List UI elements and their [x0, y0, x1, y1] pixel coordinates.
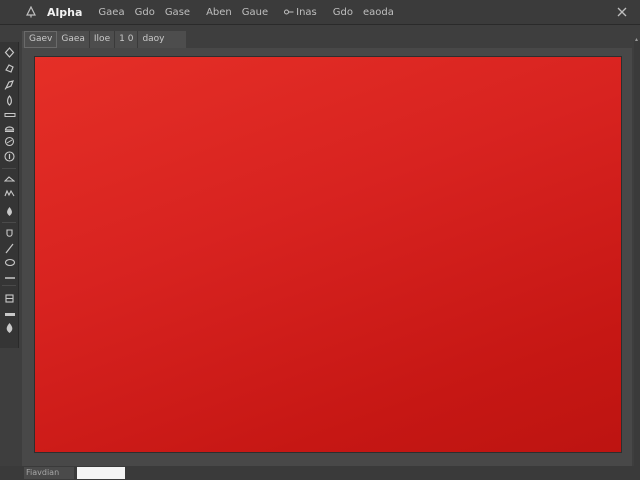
menu-bar: Alpha Gaea Gdo Gase Aben Gaue Inas Gdo e…	[0, 0, 640, 25]
stamp-icon[interactable]	[3, 122, 16, 134]
path-icon[interactable]	[3, 187, 16, 199]
menu-item-inas[interactable]: Inas	[279, 0, 322, 25]
key-icon	[284, 9, 294, 15]
menu-item-gdo[interactable]: Gdo	[130, 0, 160, 25]
menu-item-gaea[interactable]: Gaea	[93, 0, 129, 25]
vertical-scrollbar[interactable]	[634, 40, 640, 466]
zoom-icon[interactable]	[3, 292, 16, 304]
lasso-icon[interactable]	[3, 78, 16, 90]
pen-icon[interactable]	[3, 242, 16, 254]
color-icon[interactable]	[3, 308, 16, 320]
hand-icon[interactable]	[3, 272, 16, 284]
status-label: Fiavdian	[24, 467, 74, 479]
document-canvas[interactable]	[34, 56, 622, 453]
scroll-up-icon[interactable]: ▴	[635, 37, 639, 43]
menu-item-gase[interactable]: Gase	[160, 0, 195, 25]
color-swatch[interactable]	[77, 467, 125, 479]
menu-item-gaue[interactable]: Gaue	[237, 0, 273, 25]
fill-icon[interactable]	[3, 205, 16, 217]
brush-icon[interactable]	[3, 94, 16, 106]
option-daoy[interactable]: daoy	[138, 31, 168, 48]
option-value[interactable]: 1 0	[115, 31, 139, 48]
options-bar: Gaev Gaea Iloe 1 0 daoy	[22, 31, 186, 48]
info-icon[interactable]	[3, 150, 16, 162]
text-icon[interactable]	[3, 256, 16, 268]
menu-item-aben[interactable]: Aben	[201, 0, 237, 25]
menu-item-alpha[interactable]: Alpha	[42, 0, 87, 25]
option-gaev[interactable]: Gaev	[24, 31, 58, 48]
shape-icon[interactable]	[3, 173, 16, 185]
workspace	[22, 48, 632, 466]
option-iloe[interactable]: Iloe	[90, 31, 116, 48]
menu-item-eaoda[interactable]: eaoda	[358, 0, 399, 25]
eraser-icon[interactable]	[3, 135, 16, 147]
status-bar: Fiavdian	[0, 466, 640, 480]
menu-item-inas-label: Inas	[296, 6, 317, 18]
mask-icon[interactable]	[3, 322, 16, 334]
tree-icon[interactable]	[20, 0, 42, 25]
marquee-icon[interactable]	[3, 62, 16, 74]
close-icon[interactable]	[616, 6, 628, 18]
line-icon[interactable]	[3, 109, 16, 121]
dodge-icon[interactable]	[3, 227, 16, 239]
menu-item-gdo-2[interactable]: Gdo	[328, 0, 358, 25]
option-gaea[interactable]: Gaea	[57, 31, 90, 48]
tool-palette	[0, 42, 19, 348]
move-icon[interactable]	[3, 46, 16, 58]
